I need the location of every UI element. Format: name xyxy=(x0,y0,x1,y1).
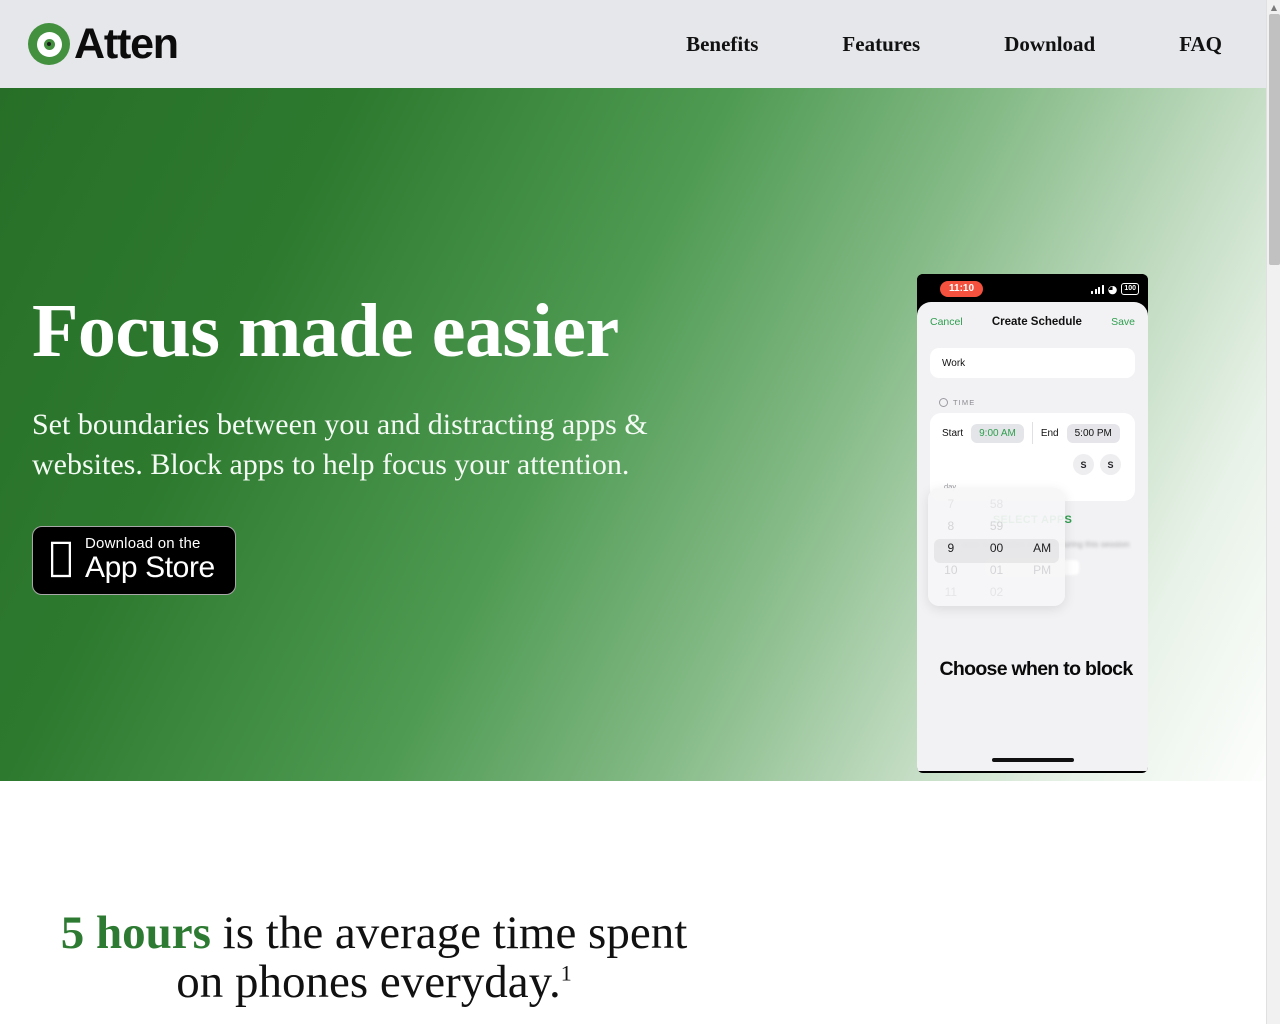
home-indicator xyxy=(991,758,1074,762)
brand-name: Atten xyxy=(74,19,179,68)
picker-meridiem-spacer xyxy=(1041,493,1044,515)
stat-body: is the average time spent on phones ever… xyxy=(176,907,688,1009)
site-header: Atten Benefits Features Download FAQ xyxy=(0,0,1266,88)
picker-minute-option[interactable]: 01 xyxy=(990,559,1003,581)
schedule-name-input[interactable]: Work xyxy=(930,348,1135,378)
hero-title: Focus made easier xyxy=(32,289,619,373)
page-scroll-container: Atten Benefits Features Download FAQ Foc… xyxy=(0,0,1266,1024)
start-label: Start xyxy=(942,427,964,439)
stat-footnote-marker: 1 xyxy=(560,960,572,986)
brand-logo[interactable]: Atten xyxy=(28,19,179,68)
phone-status-bar: 11:10 ◕ 100 xyxy=(917,274,1148,304)
phone-caption: Choose when to block xyxy=(939,658,1134,680)
stats-section: 5 hours is the average time spent on pho… xyxy=(0,781,1266,1024)
picker-meridiem-column[interactable]: AM PM xyxy=(1019,493,1065,606)
picker-hour-option[interactable]: 8 xyxy=(947,515,954,537)
hero-copy: Focus made easier Set boundaries between… xyxy=(32,289,752,596)
hero-subtitle: Set boundaries between you and distracti… xyxy=(32,408,648,481)
picker-meridiem-selected[interactable]: AM xyxy=(1033,537,1051,559)
picker-hour-selected[interactable]: 9 xyxy=(947,537,954,559)
cancel-button[interactable]: Cancel xyxy=(930,316,963,328)
cellular-bars-icon xyxy=(1091,284,1104,294)
stat-highlight: 5 hours xyxy=(60,907,211,959)
stat-statement: 5 hours is the average time spent on pho… xyxy=(40,907,708,1009)
nav-item-features[interactable]: Features xyxy=(800,22,962,67)
scrollbar-thumb[interactable] xyxy=(1269,14,1280,265)
picker-hour-option[interactable]: 10 xyxy=(944,559,957,581)
start-time-button[interactable]: 9:00 AM xyxy=(971,423,1024,443)
time-section-label: TIME xyxy=(939,398,1148,407)
phone-mockup: 11:10 ◕ 100 Cancel Create Schedule Save … xyxy=(917,274,1148,773)
sheet-nav-bar: Cancel Create Schedule Save xyxy=(917,302,1148,338)
clock-icon xyxy=(939,398,948,407)
time-divider xyxy=(1031,422,1033,444)
day-chip-sunday[interactable]: S xyxy=(1100,454,1121,475)
picker-minute-selected[interactable]: 00 xyxy=(990,537,1003,559)
picker-meridiem-spacer xyxy=(1041,581,1044,603)
status-bar-clock: 11:10 xyxy=(940,281,984,297)
time-section-label-text: TIME xyxy=(953,398,976,407)
picker-meridiem-spacer xyxy=(1041,515,1044,537)
day-chip-saturday[interactable]: S xyxy=(1073,454,1094,475)
save-button[interactable]: Save xyxy=(1111,316,1135,328)
time-picker-wheel[interactable]: 7 8 9 10 11 58 59 00 01 02 AM PM xyxy=(928,488,1065,606)
end-time-button[interactable]: 5:00 PM xyxy=(1066,423,1120,443)
hero-section: Focus made easier Set boundaries between… xyxy=(0,88,1266,781)
battery-icon: 100 xyxy=(1121,283,1139,295)
apple-logo-icon:  xyxy=(49,537,73,577)
picker-minutes-column[interactable]: 58 59 00 01 02 xyxy=(974,493,1020,606)
scrollbar-up-arrow[interactable]: ▲ xyxy=(1267,0,1280,14)
picker-hour-option[interactable]: 7 xyxy=(947,493,954,515)
picker-meridiem-option[interactable]: PM xyxy=(1033,559,1051,581)
main-nav: Benefits Features Download FAQ xyxy=(644,22,1242,67)
picker-hour-option[interactable]: 11 xyxy=(945,581,957,603)
picker-minute-option[interactable]: 59 xyxy=(990,515,1003,537)
picker-minute-option[interactable]: 58 xyxy=(990,493,1003,515)
page-scrollbar[interactable]: ▲ xyxy=(1266,0,1280,1024)
app-store-big-label: App Store xyxy=(61,551,215,585)
phone-screen: Cancel Create Schedule Save Work TIME St… xyxy=(917,302,1148,771)
nav-item-benefits[interactable]: Benefits xyxy=(644,22,800,67)
wifi-icon: ◕ xyxy=(1107,282,1118,296)
app-store-small-label: Download on the xyxy=(61,535,200,553)
end-label: End xyxy=(1040,427,1059,439)
bullseye-target-icon xyxy=(28,23,70,65)
day-selector: S S xyxy=(930,444,1135,475)
nav-item-faq[interactable]: FAQ xyxy=(1137,22,1242,67)
picker-hours-column[interactable]: 7 8 9 10 11 xyxy=(928,493,974,606)
nav-item-download[interactable]: Download xyxy=(962,22,1137,67)
picker-minute-option[interactable]: 02 xyxy=(990,581,1003,603)
app-store-download-button[interactable]:  Download on the App Store xyxy=(32,526,236,596)
sheet-title: Create Schedule xyxy=(991,316,1082,328)
